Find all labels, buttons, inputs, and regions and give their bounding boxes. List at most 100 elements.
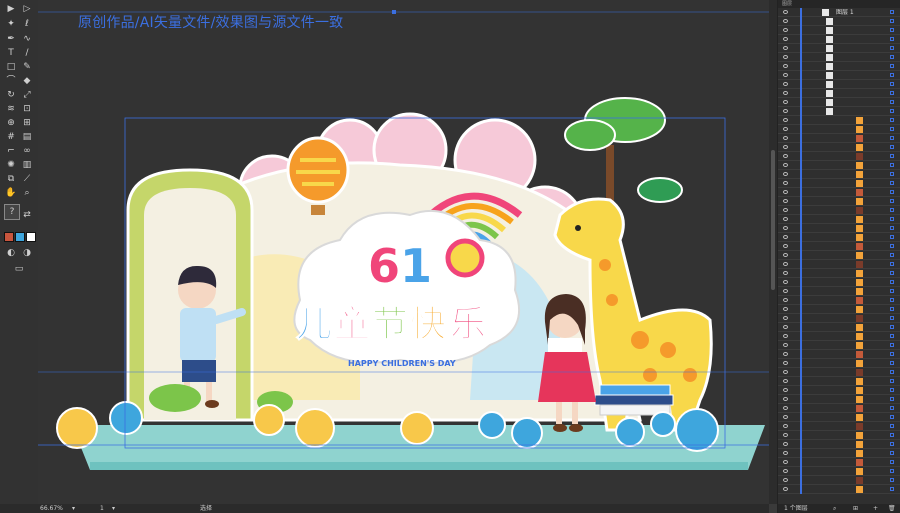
target-circle-icon[interactable] <box>890 46 894 50</box>
target-circle-icon[interactable] <box>890 163 894 167</box>
target-circle-icon[interactable] <box>890 271 894 275</box>
target-circle-icon[interactable] <box>890 73 894 77</box>
target-circle-icon[interactable] <box>890 352 894 356</box>
layer-row[interactable] <box>778 17 900 26</box>
visibility-eye-icon[interactable] <box>783 397 788 401</box>
new-layer-icon[interactable]: + <box>873 504 878 513</box>
visibility-eye-icon[interactable] <box>783 145 788 149</box>
layer-row[interactable] <box>778 368 900 377</box>
visibility-eye-icon[interactable] <box>783 433 788 437</box>
target-circle-icon[interactable] <box>890 289 894 293</box>
layer-row[interactable] <box>778 215 900 224</box>
layer-row[interactable] <box>778 179 900 188</box>
target-circle-icon[interactable] <box>890 199 894 203</box>
layer-row[interactable] <box>778 332 900 341</box>
visibility-eye-icon[interactable] <box>783 415 788 419</box>
target-circle-icon[interactable] <box>890 235 894 239</box>
target-circle-icon[interactable] <box>890 226 894 230</box>
target-circle-icon[interactable] <box>890 361 894 365</box>
pen-tool-icon[interactable]: ✒ <box>4 32 18 46</box>
visibility-eye-icon[interactable] <box>783 10 788 14</box>
target-circle-icon[interactable] <box>890 307 894 311</box>
visibility-eye-icon[interactable] <box>783 154 788 158</box>
layer-row[interactable] <box>778 341 900 350</box>
visibility-eye-icon[interactable] <box>783 361 788 365</box>
visibility-eye-icon[interactable] <box>783 109 788 113</box>
artboard-tool-icon[interactable]: ⧉ <box>4 172 18 186</box>
free-transform-tool-icon[interactable]: ⊡ <box>20 102 34 116</box>
visibility-eye-icon[interactable] <box>783 118 788 122</box>
visibility-eye-icon[interactable] <box>783 100 788 104</box>
target-circle-icon[interactable] <box>890 397 894 401</box>
layer-row[interactable] <box>778 314 900 323</box>
target-circle-icon[interactable] <box>890 10 894 14</box>
target-circle-icon[interactable] <box>890 388 894 392</box>
layer-row[interactable] <box>778 116 900 125</box>
layer-row[interactable] <box>778 413 900 422</box>
screen-mode-icon[interactable]: ▭ <box>12 262 26 276</box>
visibility-eye-icon[interactable] <box>783 163 788 167</box>
target-circle-icon[interactable] <box>890 244 894 248</box>
visibility-eye-icon[interactable] <box>783 37 788 41</box>
target-circle-icon[interactable] <box>890 433 894 437</box>
visibility-eye-icon[interactable] <box>783 487 788 491</box>
slice-tool-icon[interactable]: ⟋ <box>20 172 34 186</box>
target-circle-icon[interactable] <box>890 316 894 320</box>
visibility-eye-icon[interactable] <box>783 388 788 392</box>
layer-row[interactable] <box>778 296 900 305</box>
target-circle-icon[interactable] <box>890 415 894 419</box>
new-sublayer-icon[interactable]: ⊞ <box>853 504 858 513</box>
layer-row[interactable] <box>778 359 900 368</box>
gradient-tool-icon[interactable]: ▤ <box>20 130 34 144</box>
layer-row[interactable] <box>778 233 900 242</box>
chevron-down-icon[interactable]: ▾ <box>112 504 115 513</box>
target-circle-icon[interactable] <box>890 100 894 104</box>
layer-row[interactable] <box>778 143 900 152</box>
draw-behind-icon[interactable]: ◑ <box>20 246 34 260</box>
rectangle-tool-icon[interactable]: □ <box>4 60 18 74</box>
visibility-eye-icon[interactable] <box>783 19 788 23</box>
perspective-grid-tool-icon[interactable]: ⊞ <box>20 116 34 130</box>
layer-row[interactable] <box>778 161 900 170</box>
shape-builder-tool-icon[interactable]: ⊕ <box>4 116 18 130</box>
visibility-eye-icon[interactable] <box>783 199 788 203</box>
draw-mode-icon[interactable]: ◐ <box>4 246 18 260</box>
layer-row[interactable] <box>778 224 900 233</box>
layer-row[interactable] <box>778 458 900 467</box>
layer-row[interactable] <box>778 188 900 197</box>
target-circle-icon[interactable] <box>890 469 894 473</box>
target-circle-icon[interactable] <box>890 154 894 158</box>
layer-row[interactable] <box>778 44 900 53</box>
vertical-scrollbar[interactable] <box>769 0 777 504</box>
visibility-eye-icon[interactable] <box>783 271 788 275</box>
target-circle-icon[interactable] <box>890 325 894 329</box>
target-circle-icon[interactable] <box>890 262 894 266</box>
layer-row[interactable] <box>778 485 900 494</box>
target-circle-icon[interactable] <box>890 181 894 185</box>
target-circle-icon[interactable] <box>890 487 894 491</box>
visibility-eye-icon[interactable] <box>783 289 788 293</box>
visibility-eye-icon[interactable] <box>783 64 788 68</box>
stroke-color-swatch[interactable] <box>15 232 25 242</box>
target-circle-icon[interactable] <box>890 28 894 32</box>
zoom-tool-icon[interactable]: ⌕ <box>20 186 34 200</box>
visibility-eye-icon[interactable] <box>783 370 788 374</box>
target-circle-icon[interactable] <box>890 451 894 455</box>
shaper-tool-icon[interactable]: ⌒ <box>4 74 18 88</box>
target-circle-icon[interactable] <box>890 379 894 383</box>
scrollbar-thumb[interactable] <box>771 150 775 290</box>
layer-row[interactable] <box>778 107 900 116</box>
target-circle-icon[interactable] <box>890 370 894 374</box>
layer-row[interactable] <box>778 269 900 278</box>
lasso-tool-icon[interactable]: ℓ <box>20 17 34 31</box>
layer-row[interactable] <box>778 467 900 476</box>
scale-tool-icon[interactable]: ⤢ <box>20 88 34 102</box>
layer-row[interactable] <box>778 53 900 62</box>
visibility-eye-icon[interactable] <box>783 28 788 32</box>
visibility-eye-icon[interactable] <box>783 307 788 311</box>
visibility-eye-icon[interactable] <box>783 280 788 284</box>
search-icon[interactable]: ⌕ <box>833 504 836 513</box>
visibility-eye-icon[interactable] <box>783 298 788 302</box>
layer-row[interactable] <box>778 323 900 332</box>
eyedropper-tool-icon[interactable]: ⌐ <box>4 144 18 158</box>
